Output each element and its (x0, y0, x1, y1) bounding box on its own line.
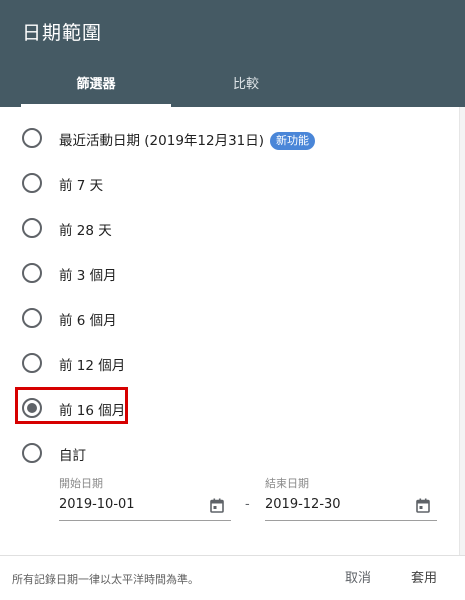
option-last-3-months[interactable]: 前 3 個月 (0, 253, 440, 293)
option-label: 前 3 個月 (59, 268, 117, 284)
tab-compare[interactable]: 比較 (171, 66, 321, 107)
option-label: 自訂 (59, 448, 86, 464)
radio-icon[interactable] (22, 218, 42, 238)
radio-icon[interactable] (22, 308, 42, 328)
option-label: 前 28 天 (59, 223, 112, 239)
radio-icon[interactable] (22, 443, 42, 463)
option-custom[interactable]: 自訂 (0, 433, 440, 473)
start-date-label: 開始日期 (59, 477, 103, 490)
radio-selected-icon[interactable] (22, 398, 42, 418)
option-label: 前 7 天 (59, 178, 104, 194)
option-last-6-months[interactable]: 前 6 個月 (0, 298, 440, 338)
end-date-label: 結束日期 (265, 477, 309, 490)
tab-filter[interactable]: 篩選器 (21, 66, 171, 107)
option-label: 前 12 個月 (59, 358, 126, 374)
option-label: 最近活動日期 (2019年12月31日) 新功能 (59, 129, 316, 150)
calendar-icon[interactable] (416, 498, 430, 513)
radio-icon[interactable] (22, 263, 42, 283)
end-date-value: 2019-12-30 (265, 497, 341, 512)
option-label: 前 6 個月 (59, 313, 117, 329)
option-last-activity-date[interactable]: 最近活動日期 (2019年12月31日) 新功能 (0, 118, 440, 158)
apply-button[interactable]: 套用 (411, 567, 437, 586)
radio-icon[interactable] (22, 128, 42, 148)
cancel-button[interactable]: 取消 (345, 567, 371, 586)
end-date-field[interactable]: 2019-12-30 (265, 492, 437, 521)
option-last-16-months[interactable]: 前 16 個月 (0, 388, 440, 428)
calendar-icon[interactable] (210, 498, 224, 513)
start-date-value: 2019-10-01 (59, 497, 135, 512)
date-separator: - (245, 497, 250, 512)
option-last-7-days[interactable]: 前 7 天 (0, 163, 440, 203)
option-label: 前 16 個月 (59, 403, 126, 419)
option-label-text: 最近活動日期 (2019年12月31日) (59, 133, 265, 149)
option-last-12-months[interactable]: 前 12 個月 (0, 343, 440, 383)
dialog-header: 日期範圍 篩選器 比較 (0, 0, 465, 107)
footer-divider (0, 555, 465, 556)
radio-icon[interactable] (22, 353, 42, 373)
start-date-field[interactable]: 2019-10-01 (59, 492, 231, 521)
new-feature-badge: 新功能 (270, 132, 316, 150)
active-tab-indicator (21, 104, 171, 107)
radio-icon[interactable] (22, 173, 42, 193)
dialog-title: 日期範圍 (22, 22, 103, 44)
timezone-note: 所有記錄日期一律以太平洋時間為準。 (12, 573, 199, 586)
date-range-dialog: 日期範圍 篩選器 比較 最近活動日期 (2019年12月31日) 新功能 前 7 … (0, 0, 465, 600)
options-scrollbar[interactable] (459, 107, 465, 555)
option-last-28-days[interactable]: 前 28 天 (0, 208, 440, 248)
